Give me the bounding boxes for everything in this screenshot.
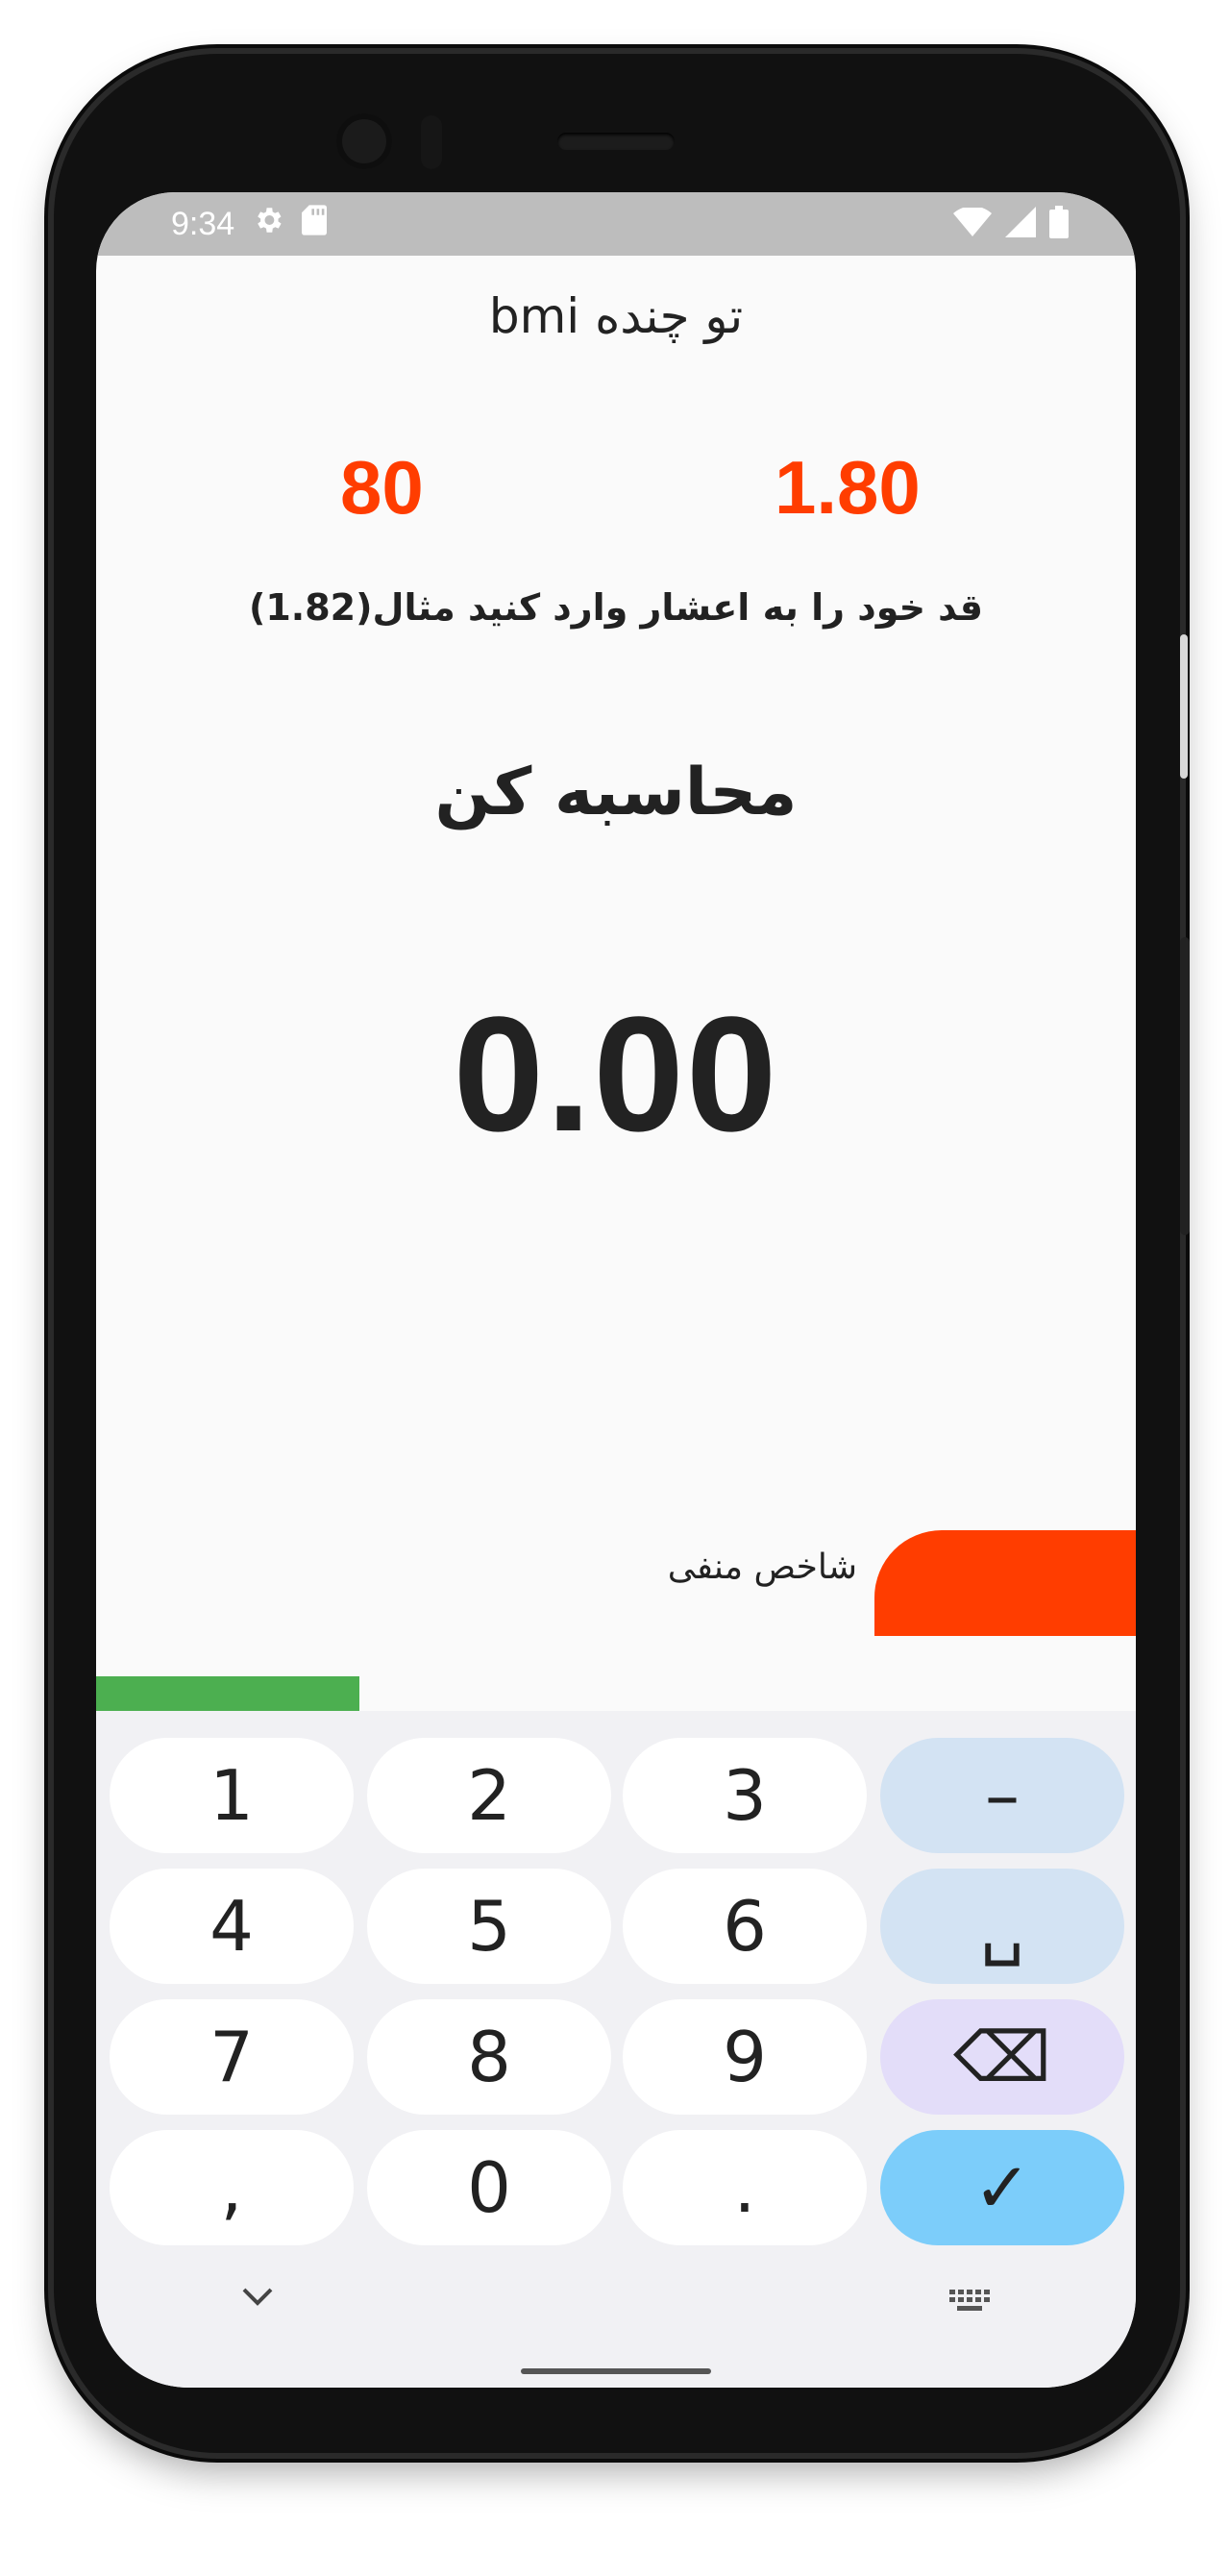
home-indicator[interactable] (521, 2368, 711, 2374)
green-indicator (96, 1676, 359, 1715)
calculate-button[interactable]: محاسبه کن (96, 755, 1136, 830)
chevron-down-icon[interactable] (240, 2286, 275, 2311)
key-8[interactable]: 8 (367, 1999, 611, 2115)
numeric-keyboard: 1 2 3 – 4 5 6 ␣ 7 8 9 ⌫ , 0 . ✓ (96, 1711, 1136, 2388)
key-6[interactable]: 6 (623, 1869, 867, 1984)
key-done[interactable]: ✓ (880, 2130, 1124, 2245)
sd-card-icon (302, 204, 328, 244)
weight-input[interactable]: 80 (340, 444, 424, 532)
volume-button (1180, 937, 1190, 1235)
key-9[interactable]: 9 (623, 1999, 867, 2115)
key-space[interactable]: ␣ (880, 1869, 1124, 1984)
sensor (421, 115, 442, 169)
earpiece-speaker (557, 133, 675, 150)
wifi-icon (953, 206, 992, 240)
key-comma[interactable]: , (110, 2130, 354, 2245)
status-time: 9:34 (171, 205, 235, 242)
height-hint: قد خود را به اعشار وارد کنید مثال(1.82) (248, 586, 984, 629)
bmi-result: 0.00 (453, 983, 779, 1166)
signal-icon (1005, 207, 1036, 241)
keyboard-icon[interactable] (947, 2288, 992, 2318)
battery-icon (1049, 206, 1069, 242)
screen: 9:34 bmi تو چنده 80 1.80 قد خود را به اع… (96, 192, 1136, 2388)
key-4[interactable]: 4 (110, 1869, 354, 1984)
front-camera-icon (336, 113, 392, 169)
key-minus[interactable]: – (880, 1738, 1124, 1853)
key-dot[interactable]: . (623, 2130, 867, 2245)
app-title: bmi تو چنده (488, 288, 744, 344)
index-indicator (874, 1530, 1136, 1636)
height-input[interactable]: 1.80 (775, 444, 921, 532)
key-3[interactable]: 3 (623, 1738, 867, 1853)
key-backspace[interactable]: ⌫ (880, 1999, 1124, 2115)
status-bar: 9:34 (96, 192, 1136, 256)
settings-icon (252, 204, 284, 245)
index-label: شاخص منفی (667, 1548, 857, 1587)
power-button (1180, 634, 1188, 779)
key-2[interactable]: 2 (367, 1738, 611, 1853)
key-7[interactable]: 7 (110, 1999, 354, 2115)
key-5[interactable]: 5 (367, 1869, 611, 1984)
key-0[interactable]: 0 (367, 2130, 611, 2245)
key-1[interactable]: 1 (110, 1738, 354, 1853)
